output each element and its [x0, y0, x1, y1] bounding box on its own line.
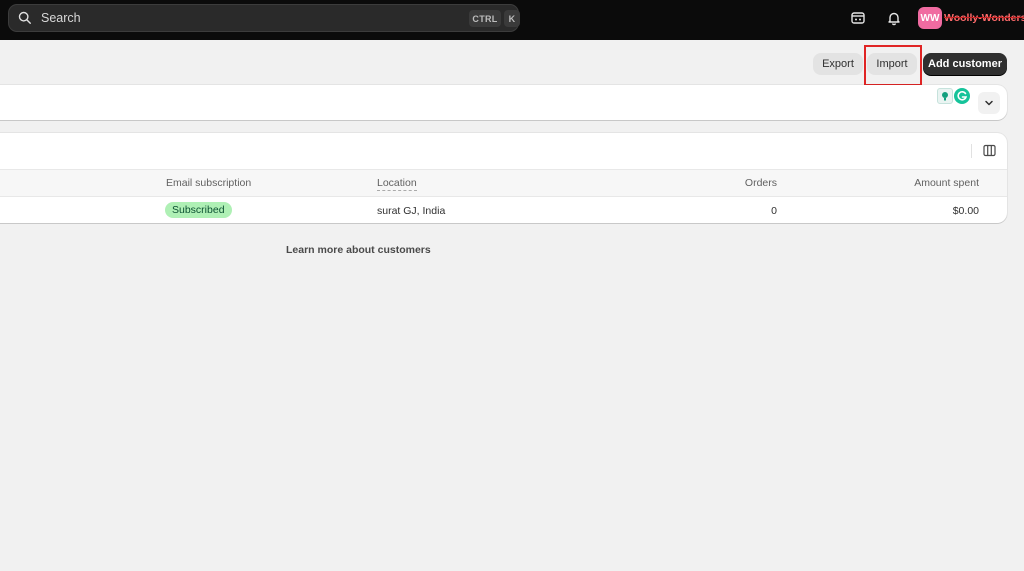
column-header-orders[interactable]: Orders: [745, 177, 777, 189]
table-header: [0, 169, 1007, 197]
grammarly-icon[interactable]: [954, 88, 970, 104]
columns-icon[interactable]: [983, 144, 996, 157]
search-icon: [18, 11, 31, 24]
import-highlight-box: [864, 45, 922, 86]
export-button[interactable]: Export: [813, 53, 863, 75]
top-bar: Search CTRL K WW Woolly-Wonders: [0, 0, 1024, 40]
column-header-amount-spent[interactable]: Amount spent: [914, 177, 979, 189]
toolbar-divider: [971, 144, 972, 158]
add-customer-button[interactable]: Add customer: [923, 53, 1007, 75]
orders-cell: 0: [771, 205, 777, 217]
expand-filters-button[interactable]: [978, 92, 1000, 114]
bulb-icon[interactable]: [937, 88, 953, 104]
learn-more-link[interactable]: Learn more about customers: [286, 244, 431, 256]
bell-icon[interactable]: [886, 10, 902, 26]
store-name[interactable]: Woolly-Wonders: [944, 12, 1024, 24]
shortcut-ctrl-key: CTRL: [469, 10, 501, 27]
subscription-status-badge: Subscribed: [165, 202, 232, 218]
shortcut-k-key: K: [504, 10, 520, 27]
store-icon[interactable]: [850, 10, 866, 26]
store-avatar[interactable]: WW: [918, 7, 942, 29]
search-placeholder: Search: [41, 11, 81, 25]
filter-card: [0, 85, 1007, 120]
column-header-email-subscription[interactable]: Email subscription: [166, 177, 251, 189]
search-bar[interactable]: Search CTRL K: [8, 4, 520, 32]
column-header-location[interactable]: Location: [377, 177, 417, 191]
amount-spent-cell: $0.00: [952, 205, 979, 217]
chevron-down-icon: [985, 100, 993, 106]
location-cell: surat GJ, India: [377, 205, 446, 217]
